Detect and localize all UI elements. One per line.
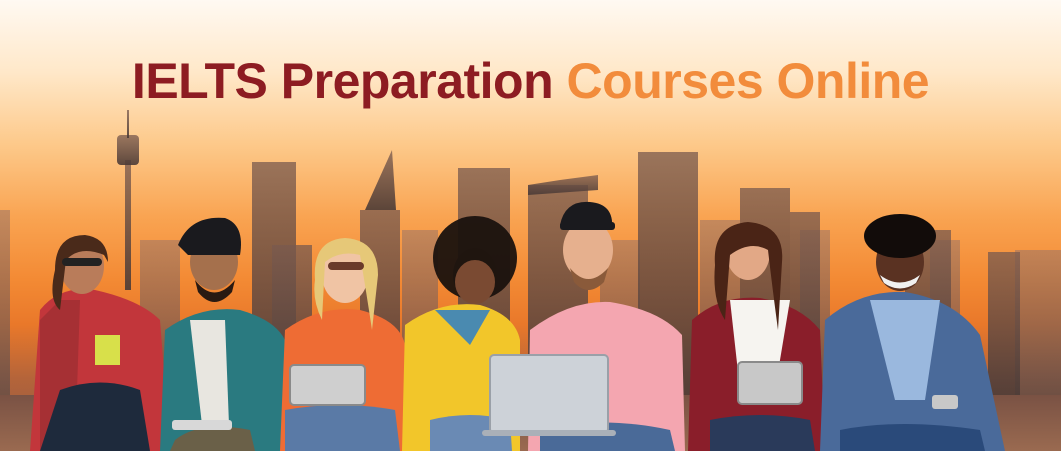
student-3	[280, 238, 405, 451]
students-illustration	[30, 201, 1005, 451]
student-1	[30, 235, 170, 451]
student-2	[160, 217, 285, 451]
student-6	[688, 222, 825, 451]
hero-banner: IELTS Preparation Courses Online	[0, 0, 1061, 451]
student-7	[820, 214, 1005, 451]
